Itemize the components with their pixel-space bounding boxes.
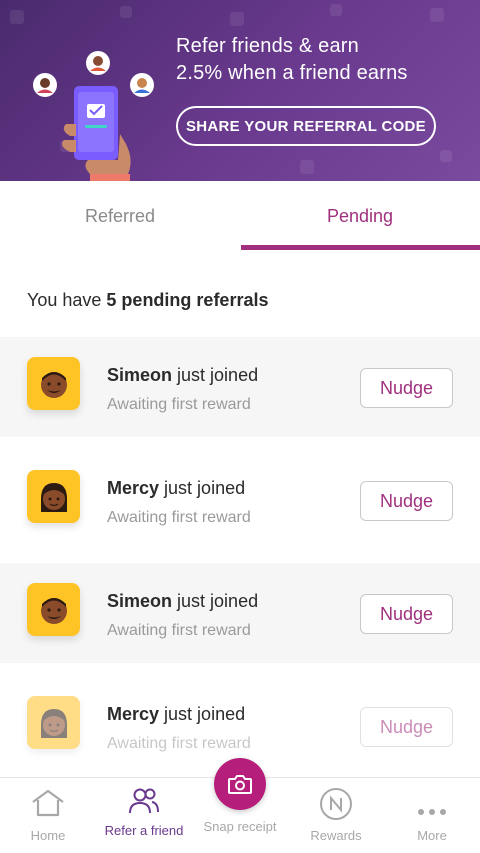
referral-name-line: Mercy just joined	[107, 478, 245, 499]
referral-status: just joined	[177, 591, 259, 611]
referral-banner: Refer friends & earn 2.5% when a friend …	[0, 0, 480, 181]
referral-name: Simeon	[107, 591, 173, 611]
man-avatar-icon	[27, 357, 80, 410]
nav-refer-a-friend[interactable]: Refer a friend	[96, 778, 192, 853]
nudge-button[interactable]: Nudge	[360, 368, 453, 408]
share-referral-code-button[interactable]: SHARE YOUR REFERRAL CODE	[176, 106, 436, 146]
nudge-button[interactable]: Nudge	[360, 707, 453, 747]
nav-rewards-label: Rewards	[310, 828, 362, 843]
referral-status: just joined	[164, 704, 246, 724]
people-icon	[129, 788, 159, 814]
tab-pending[interactable]: Pending	[240, 181, 480, 251]
snap-receipt-button[interactable]	[214, 758, 266, 810]
nav-home[interactable]: Home	[0, 778, 96, 853]
banner-title-line2: 2.5% when a friend earns	[176, 62, 408, 84]
rewards-coin-icon	[320, 788, 352, 820]
nav-snap-label: Snap receipt	[203, 819, 277, 834]
tab-referred[interactable]: Referred	[0, 181, 240, 251]
nav-refer-label: Refer a friend	[104, 823, 184, 838]
banner-title: Refer friends & earn 2.5% when a friend …	[176, 33, 466, 87]
referral-name-line: Simeon just joined	[107, 591, 258, 612]
referral-row: Simeon just joined Awaiting first reward…	[0, 563, 480, 663]
pending-summary: You have 5 pending referrals	[27, 290, 268, 311]
referral-name: Mercy	[107, 478, 160, 498]
active-tab-indicator	[241, 245, 480, 250]
nav-rewards[interactable]: Rewards	[288, 778, 384, 853]
woman-avatar-icon	[27, 696, 80, 749]
nudge-button[interactable]: Nudge	[360, 594, 453, 634]
summary-prefix: You have	[27, 290, 107, 310]
referral-row: Mercy just joined Awaiting first reward …	[0, 450, 480, 550]
referral-tabs: Referred Pending	[0, 181, 480, 251]
referral-status: just joined	[164, 478, 246, 498]
nav-more[interactable]: More	[384, 778, 480, 853]
referral-name: Simeon	[107, 365, 173, 385]
referral-subtext: Awaiting first reward	[107, 735, 251, 752]
home-icon	[32, 789, 64, 817]
referral-name-line: Mercy just joined	[107, 704, 245, 725]
referral-name-line: Simeon just joined	[107, 365, 258, 386]
referral-subtext: Awaiting first reward	[107, 622, 251, 639]
phone-referral-illustration	[33, 51, 154, 181]
more-dots-icon	[418, 809, 446, 815]
referral-name: Mercy	[107, 704, 160, 724]
nudge-button[interactable]: Nudge	[360, 481, 453, 521]
woman-avatar-icon	[27, 470, 80, 523]
nav-more-label: More	[417, 828, 447, 843]
nav-home-label: Home	[30, 828, 66, 843]
banner-title-line1: Refer friends & earn	[176, 35, 359, 57]
pending-count: 5 pending referrals	[106, 290, 269, 310]
referral-row: Simeon just joined Awaiting first reward…	[0, 337, 480, 437]
man-avatar-icon	[27, 583, 80, 636]
referral-subtext: Awaiting first reward	[107, 396, 251, 413]
referral-subtext: Awaiting first reward	[107, 509, 251, 526]
camera-icon	[228, 775, 252, 794]
referral-status: just joined	[177, 365, 259, 385]
